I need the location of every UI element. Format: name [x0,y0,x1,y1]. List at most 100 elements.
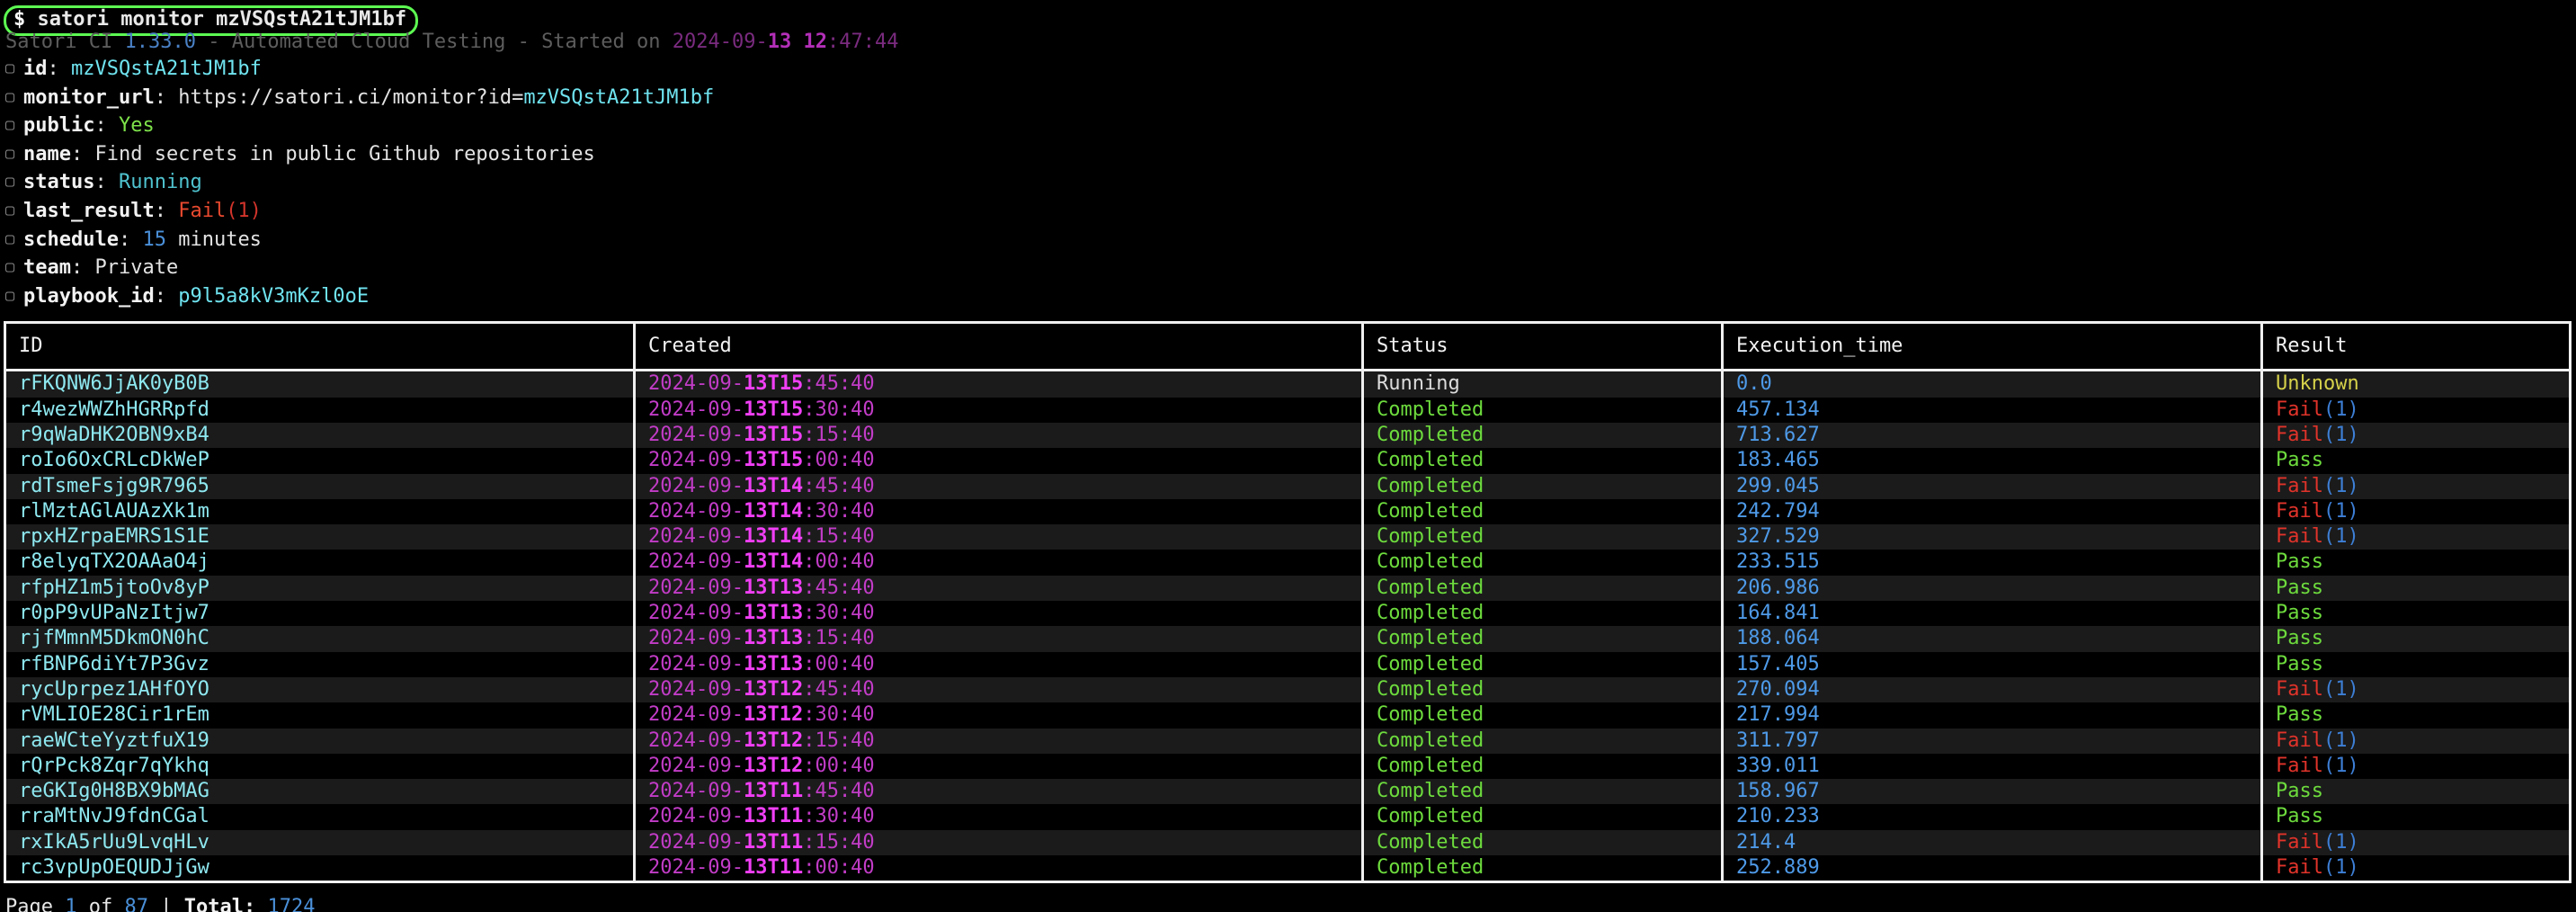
run-id: r8elyqTX2OAAaO4j [19,550,209,574]
cell-id[interactable]: rc3vpUpOEQUDJjGw [4,854,636,882]
metadata-sep: : [94,171,119,194]
table-row[interactable]: rlMztAGlAUAzXk1m 2024-09-13T14:30:40 Compl… [4,498,2571,525]
result-count: (1) [2322,525,2359,549]
metadata-key: public [23,114,95,138]
table-row[interactable]: r9qWaDHK2OBN9xB4 2024-09-13T15:15:40 Compl… [4,422,2571,449]
status-badge: Completed [1377,449,1484,472]
table-row[interactable]: rQrPck8Zqr7qYkhq 2024-09-13T12:00:40 Compl… [4,753,2571,780]
cell-id[interactable]: r4wezWWZhHGRRpfd [4,397,636,423]
created-day-hour: 13T12 [743,729,804,752]
column-header-execution-time[interactable]: Execution_time [1721,322,2263,372]
created-minsec: :15:40 [803,423,875,446]
table-row[interactable]: rFKQNW6JjAK0yB0B 2024-09-13T15:45:40 Runni… [4,370,2571,398]
result-badge: Fail(1) [2276,754,2359,777]
cell-id[interactable]: rlMztAGlAUAzXk1m [4,498,636,525]
result-badge: Pass [2276,449,2323,472]
cell-id[interactable]: rxIkA5rUu9LvqHLv [4,829,636,855]
cell-execution-time: 157.405 [1721,651,2263,677]
table-row[interactable]: r0pP9vUPaNzItjw7 2024-09-13T13:30:40 Compl… [4,601,2571,627]
cell-execution-time: 270.094 [1721,676,2263,703]
created-date-prefix: 2024-09- [648,372,744,396]
table-row[interactable]: r4wezWWZhHGRRpfd 2024-09-13T15:30:40 Compl… [4,397,2571,423]
cell-result: Pass [2260,779,2571,805]
status-badge: Completed [1377,627,1484,650]
cell-result: Fail(1) [2260,397,2571,423]
cell-id[interactable]: reGKIg0H8BX9bMAG [4,779,636,805]
table-row[interactable]: rfBNP6diYt7P3Gvz 2024-09-13T13:00:40 Compl… [4,651,2571,677]
pagination-footer: Page 1 of 87 | Total: 1724 [0,894,2576,912]
created-date-prefix: 2024-09- [648,855,744,879]
created-date-prefix: 2024-09- [648,398,744,421]
table-row[interactable]: rycUprpez1AHfOYO 2024-09-13T12:45:40 Compl… [4,676,2571,703]
created-date-prefix: 2024-09- [648,780,744,803]
last-result-value: Fail [178,199,227,222]
cell-result: Fail(1) [2260,422,2571,449]
cell-id[interactable]: rfBNP6diYt7P3Gvz [4,651,636,677]
table-row[interactable]: rpxHZrpaEMRS1S1E 2024-09-13T14:15:40 Compl… [4,524,2571,550]
metadata-value: mzVSQstA21tJM1bf [71,58,262,80]
column-header-result[interactable]: Result [2260,322,2571,372]
cell-id[interactable]: r8elyqTX2OAAaO4j [4,550,636,576]
column-header-id[interactable]: ID [4,322,636,372]
column-header-status[interactable]: Status [1361,322,1724,372]
table-row[interactable]: rraMtNvJ9fdnCGal 2024-09-13T11:30:40 Compl… [4,804,2571,830]
table-row[interactable]: rfpHZ1m5jtoOv8yP 2024-09-13T13:45:40 Compl… [4,575,2571,602]
execution-time-value: 183.465 [1736,449,1820,472]
total-label: Total: [183,896,256,912]
created-minsec: :30:40 [803,398,875,421]
cell-created: 2024-09-13T13:30:40 [633,601,1364,627]
run-id: rpxHZrpaEMRS1S1E [19,525,209,549]
cell-id[interactable]: rpxHZrpaEMRS1S1E [4,524,636,550]
table-row[interactable]: rc3vpUpOEQUDJjGw 2024-09-13T11:00:40 Compl… [4,854,2571,882]
cell-result: Pass [2260,575,2571,602]
created-date-prefix: 2024-09- [648,602,744,625]
table-row[interactable]: rdTsmeFsjg9R7965 2024-09-13T14:45:40 Compl… [4,473,2571,499]
result-badge: Pass [2276,805,2323,828]
cell-id[interactable]: rraMtNvJ9fdnCGal [4,804,636,830]
metadata-row-public: ▢ public: Yes [5,112,2576,141]
column-header-created[interactable]: Created [633,322,1364,372]
result-badge: Unknown [2276,372,2359,396]
cell-id[interactable]: rycUprpez1AHfOYO [4,676,636,703]
created-minsec: :00:40 [803,754,875,777]
created-minsec: :00:40 [803,855,875,879]
metadata-row-last-result: ▢ last_result: Fail(1) [5,198,2576,227]
table-row[interactable]: rjfMmnM5DkmON0hC 2024-09-13T13:15:40 Compl… [4,626,2571,652]
created-day-hour: 13T12 [743,754,804,777]
cell-status: Completed [1361,728,1724,754]
cell-id[interactable]: r9qWaDHK2OBN9xB4 [4,422,636,449]
metadata-value[interactable]: https://satori.ci/monitor?id= [178,86,523,109]
bullet-icon: ▢ [5,173,15,192]
cell-id[interactable]: rdTsmeFsjg9R7965 [4,473,636,499]
metadata-value-suffix[interactable]: mzVSQstA21tJM1bf [523,86,714,109]
table-row[interactable]: roIo6OxCRLcDkWeP 2024-09-13T15:00:40 Compl… [4,448,2571,474]
metadata-row-status: ▢ status: Running [5,169,2576,198]
status-badge: Running [118,171,202,194]
metadata-value: Find secrets in public Github repositori… [94,142,595,165]
cell-id[interactable]: roIo6OxCRLcDkWeP [4,448,636,474]
cell-id[interactable]: raeWCteYyztfuX19 [4,728,636,754]
cell-id[interactable]: r0pP9vUPaNzItjw7 [4,601,636,627]
created-minsec: :45:40 [803,474,875,497]
schedule-number: 15 [142,228,166,251]
cell-id[interactable]: rQrPck8Zqr7qYkhq [4,753,636,780]
page-number[interactable]: 1 [65,896,76,912]
cell-status: Completed [1361,753,1724,780]
table-row[interactable]: raeWCteYyztfuX19 2024-09-13T12:15:40 Compl… [4,728,2571,754]
cell-id[interactable]: rVMLIOE28Cir1rEm [4,702,636,729]
terminal-screen: $ satori monitor mzVSQstA21tJM1bf Satori… [0,0,2576,912]
cell-id[interactable]: rfpHZ1m5jtoOv8yP [4,575,636,602]
table-row[interactable]: rVMLIOE28Cir1rEm 2024-09-13T12:30:40 Compl… [4,702,2571,729]
table-row[interactable]: rxIkA5rUu9LvqHLv 2024-09-13T11:15:40 Compl… [4,829,2571,855]
run-id: rc3vpUpOEQUDJjGw [19,855,209,879]
table-row[interactable]: r8elyqTX2OAAaO4j 2024-09-13T14:00:40 Compl… [4,550,2571,576]
table-row[interactable]: reGKIg0H8BX9bMAG 2024-09-13T11:45:40 Compl… [4,779,2571,805]
cell-created: 2024-09-13T13:15:40 [633,626,1364,652]
bullet-icon: ▢ [5,116,15,135]
status-badge: Completed [1377,729,1484,752]
cell-status: Completed [1361,422,1724,449]
result-count: (1) [2322,729,2359,752]
cell-created: 2024-09-13T14:30:40 [633,498,1364,525]
cell-id[interactable]: rjfMmnM5DkmON0hC [4,626,636,652]
cell-id[interactable]: rFKQNW6JjAK0yB0B [4,370,636,398]
